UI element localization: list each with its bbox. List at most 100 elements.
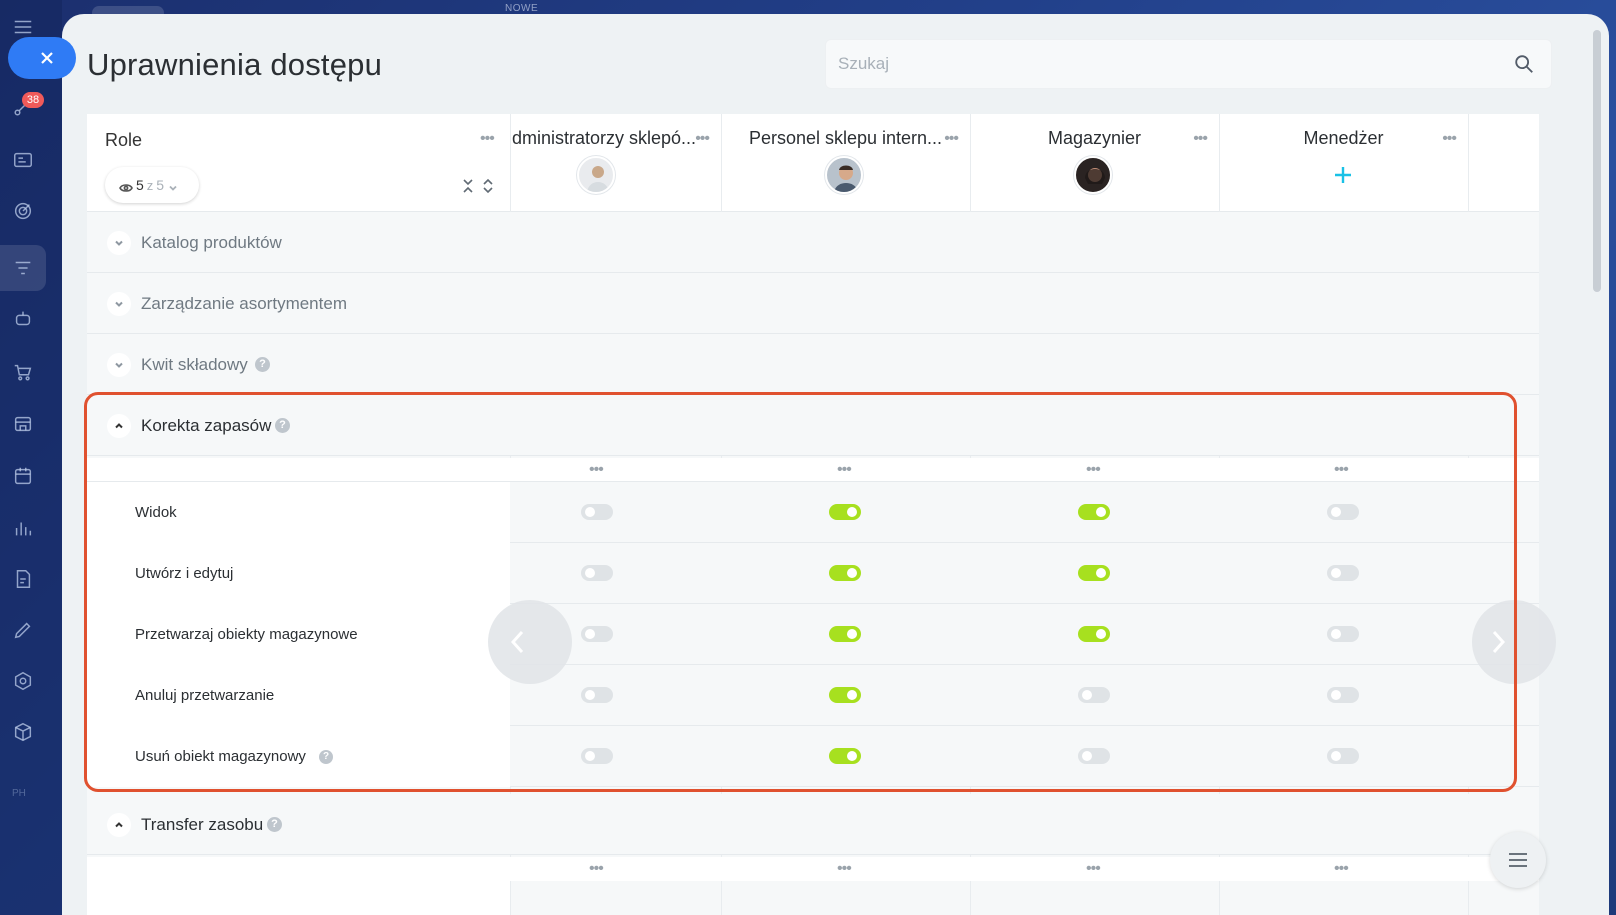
page-title: Uprawnienia dostępu bbox=[87, 47, 383, 82]
role-column-manager[interactable]: Menedżer ••• bbox=[1219, 114, 1468, 212]
list-menu-button[interactable] bbox=[1490, 832, 1546, 888]
permission-toggle[interactable] bbox=[1078, 748, 1110, 764]
avatar bbox=[1074, 156, 1112, 194]
section-title: Kwit składowy bbox=[141, 355, 248, 374]
role-column-warehouse[interactable]: Magazynier ••• bbox=[970, 114, 1219, 212]
help-icon[interactable]: ? bbox=[255, 357, 270, 372]
column-more-icon[interactable]: ••• bbox=[1086, 462, 1101, 478]
permission-toggle[interactable] bbox=[581, 504, 613, 520]
chevron-down-icon[interactable] bbox=[107, 353, 131, 377]
target-icon[interactable] bbox=[10, 198, 36, 224]
add-member-icon[interactable] bbox=[1330, 162, 1356, 188]
search-icon[interactable] bbox=[1513, 53, 1535, 75]
permission-label-cell: Usuń obiekt magazynowy ? bbox=[87, 726, 510, 787]
contacts-icon[interactable] bbox=[10, 147, 36, 173]
role-column-admins[interactable]: dministratorzy sklepó... ••• bbox=[510, 114, 721, 212]
chevron-down-icon[interactable] bbox=[107, 292, 131, 316]
column-more-icon[interactable]: ••• bbox=[837, 462, 852, 478]
role-more-icon[interactable]: ••• bbox=[1442, 131, 1457, 147]
column-more-icon[interactable]: ••• bbox=[589, 861, 604, 877]
pen-icon[interactable] bbox=[10, 617, 36, 643]
avatar bbox=[825, 156, 863, 194]
permission-toggle[interactable] bbox=[1327, 748, 1359, 764]
section-row[interactable]: Kwit składowy ? bbox=[87, 334, 1539, 395]
eye-icon bbox=[119, 180, 133, 192]
permission-label: Widok bbox=[135, 504, 177, 521]
permission-toggle[interactable] bbox=[829, 748, 861, 764]
cart-icon[interactable] bbox=[10, 359, 36, 385]
scroll-left-button[interactable] bbox=[488, 600, 572, 684]
column-more-icon[interactable]: ••• bbox=[1086, 861, 1101, 877]
permission-toggle[interactable] bbox=[1327, 687, 1359, 703]
section-row[interactable]: Katalog produktów bbox=[87, 212, 1539, 273]
role-more-icon[interactable]: ••• bbox=[944, 131, 959, 147]
permission-toggle[interactable] bbox=[1078, 565, 1110, 581]
help-icon[interactable]: ? bbox=[319, 750, 333, 764]
permissions-table: Role ••• 5 z 5 dministratorzy sklepó... … bbox=[87, 114, 1539, 915]
column-more-icon[interactable]: ••• bbox=[1334, 861, 1349, 877]
document-icon[interactable] bbox=[10, 566, 36, 592]
permission-label: Usuń obiekt magazynowy bbox=[135, 748, 306, 765]
roles-more-icon[interactable]: ••• bbox=[480, 131, 495, 147]
permission-toggle[interactable] bbox=[1327, 504, 1359, 520]
roles-counter[interactable]: 5 z 5 bbox=[105, 167, 199, 203]
role-more-icon[interactable]: ••• bbox=[1193, 131, 1208, 147]
section-row[interactable]: Zarządzanie asortymentem bbox=[87, 273, 1539, 334]
chart-icon[interactable] bbox=[10, 515, 36, 541]
column-more-icon[interactable]: ••• bbox=[1334, 462, 1349, 478]
permission-toggle[interactable] bbox=[581, 565, 613, 581]
permission-toggle[interactable] bbox=[581, 687, 613, 703]
permission-toggle[interactable] bbox=[829, 626, 861, 642]
hexagon-icon[interactable] bbox=[10, 668, 36, 694]
section-title: Katalog produktów bbox=[141, 233, 282, 252]
close-slider-button[interactable] bbox=[8, 37, 76, 79]
list-icon bbox=[1509, 853, 1527, 867]
chevron-down-icon[interactable] bbox=[107, 231, 131, 255]
close-icon bbox=[41, 52, 53, 64]
chevron-left-icon bbox=[510, 630, 524, 654]
section-row-expanded[interactable]: Transfer zasobu ? bbox=[87, 794, 1539, 855]
column-more-icon[interactable]: ••• bbox=[837, 861, 852, 877]
chevron-up-icon[interactable] bbox=[107, 414, 131, 438]
help-icon[interactable]: ? bbox=[267, 817, 282, 832]
permission-label-cell: Przetwarzaj obiekty magazynowe bbox=[87, 604, 510, 665]
permission-toggle[interactable] bbox=[829, 565, 861, 581]
help-icon[interactable]: ? bbox=[275, 418, 290, 433]
permission-toggle[interactable] bbox=[581, 626, 613, 642]
role-more-icon[interactable]: ••• bbox=[695, 131, 710, 147]
role-name: Personel sklepu intern... bbox=[748, 128, 943, 148]
section-row-expanded[interactable]: Korekta zapasów ? bbox=[87, 395, 1539, 456]
section-column-actions: ••• ••• ••• ••• bbox=[87, 857, 1539, 881]
permission-toggle[interactable] bbox=[1078, 687, 1110, 703]
permission-toggle[interactable] bbox=[829, 504, 861, 520]
role-column-staff[interactable]: Personel sklepu intern... ••• bbox=[721, 114, 970, 212]
permission-row: Utwórz i edytuj bbox=[87, 543, 1539, 604]
permission-toggle[interactable] bbox=[1327, 626, 1359, 642]
permission-toggle[interactable] bbox=[1078, 504, 1110, 520]
funnel-icon[interactable] bbox=[10, 255, 36, 281]
permission-row: Anuluj przetwarzanie bbox=[87, 665, 1539, 726]
robot-icon[interactable] bbox=[10, 306, 36, 332]
column-more-icon[interactable]: ••• bbox=[589, 462, 604, 478]
box-icon[interactable] bbox=[10, 719, 36, 745]
permission-toggle[interactable] bbox=[581, 748, 613, 764]
scroll-right-button[interactable] bbox=[1472, 600, 1556, 684]
left-rail: 38 PH bbox=[0, 0, 62, 915]
chevron-up-icon[interactable] bbox=[107, 813, 131, 837]
expand-all-icon[interactable] bbox=[481, 178, 495, 194]
permission-toggle[interactable] bbox=[1078, 626, 1110, 642]
permission-toggle[interactable] bbox=[1327, 565, 1359, 581]
chevron-down-icon bbox=[168, 180, 178, 191]
permission-toggle[interactable] bbox=[829, 687, 861, 703]
section-column-actions: ••• ••• ••• ••• bbox=[87, 458, 1539, 482]
permission-label-cell: Widok bbox=[87, 482, 510, 543]
search-box bbox=[825, 39, 1552, 89]
role-name: Magazynier bbox=[1047, 128, 1142, 148]
search-input[interactable] bbox=[838, 40, 1478, 88]
store-icon[interactable] bbox=[10, 411, 36, 437]
panel-scrollbar[interactable] bbox=[1593, 30, 1601, 292]
roles-header-row: Role ••• 5 z 5 dministratorzy sklepó... … bbox=[87, 114, 1539, 212]
permission-row: Widok bbox=[87, 482, 1539, 543]
collapse-all-icon[interactable] bbox=[461, 178, 475, 194]
calendar-icon[interactable] bbox=[10, 463, 36, 489]
